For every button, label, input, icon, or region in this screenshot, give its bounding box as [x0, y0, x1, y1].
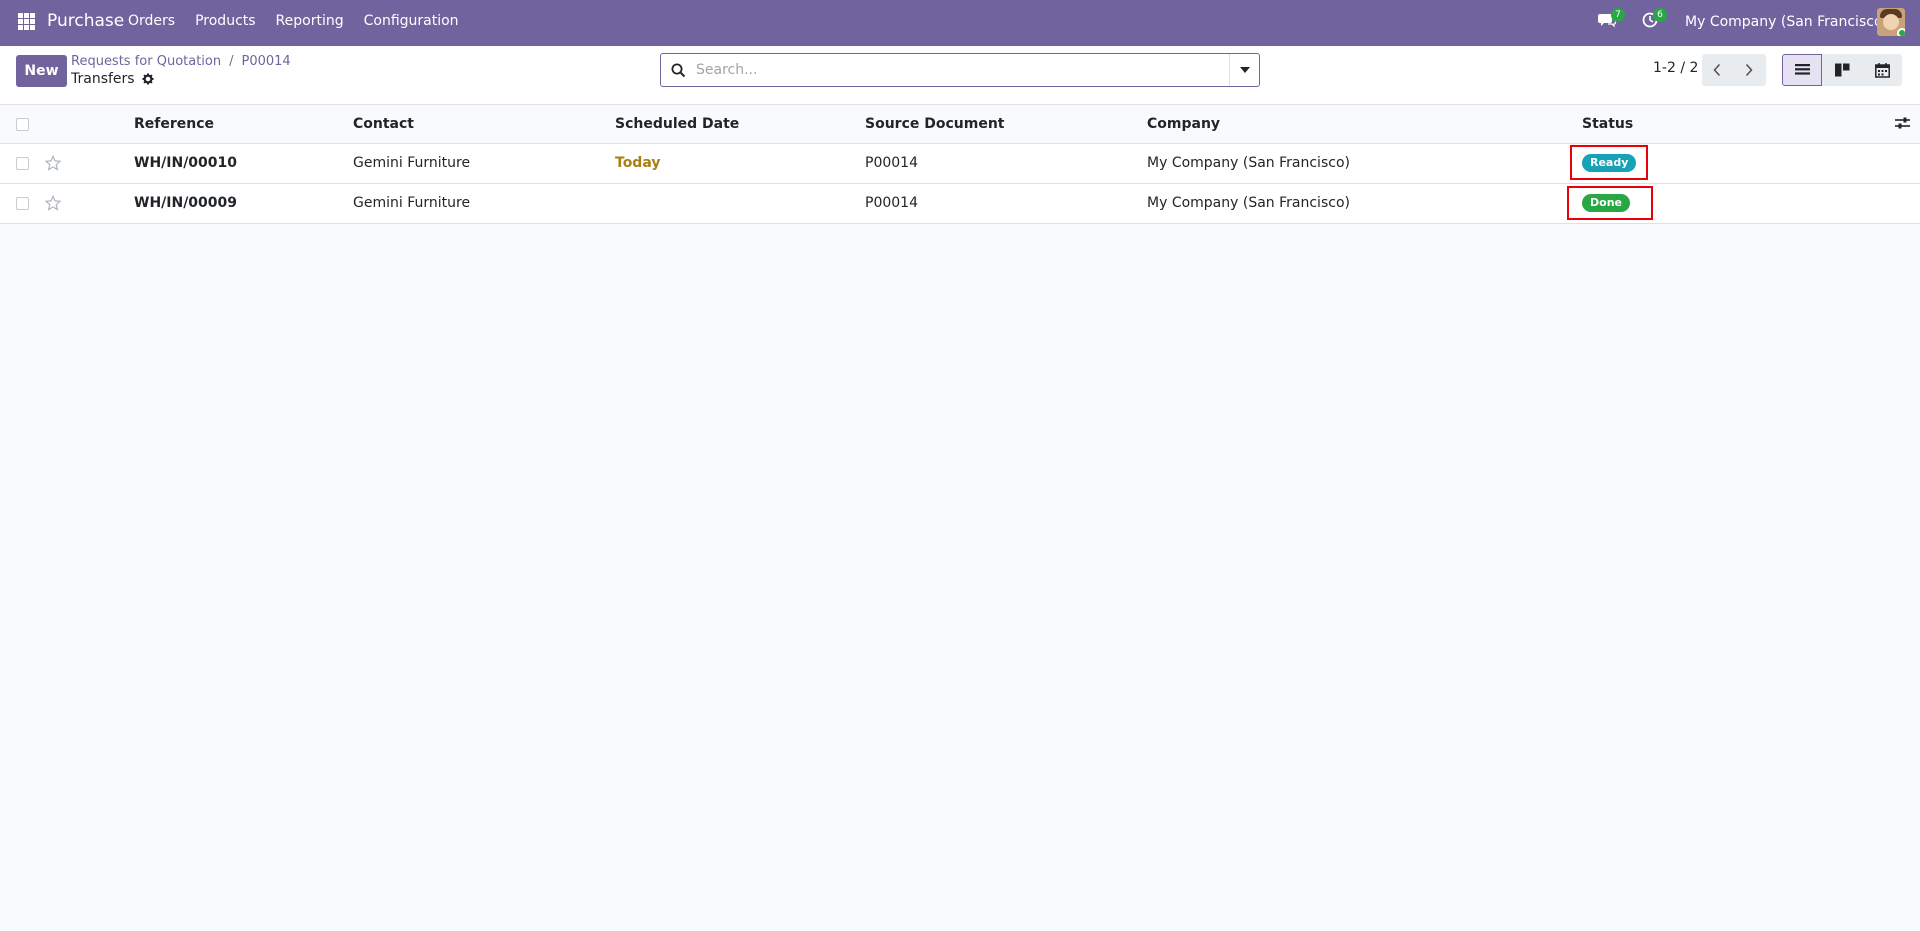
breadcrumb-order[interactable]: P00014: [242, 54, 291, 69]
online-status-dot: [1897, 28, 1905, 36]
search-icon: [671, 63, 687, 79]
cell-contact: Gemini Furniture: [353, 155, 471, 171]
clock-activity-icon[interactable]: 6: [1642, 8, 1667, 30]
activities-count-badge: 6: [1653, 8, 1667, 22]
user-avatar[interactable]: [1877, 8, 1905, 36]
pager-next-button[interactable]: [1734, 54, 1766, 86]
pager-previous-button[interactable]: [1702, 54, 1734, 86]
cell-reference: WH/IN/00009: [134, 195, 238, 211]
search-input[interactable]: [696, 60, 1216, 80]
column-header-source-document[interactable]: Source Document: [865, 116, 1005, 132]
cell-scheduled-date: Today: [615, 155, 661, 171]
menu-products[interactable]: Products: [195, 13, 255, 29]
company-switcher[interactable]: My Company (San Francisco): [1685, 14, 1888, 30]
column-header-scheduled-date[interactable]: Scheduled Date: [615, 116, 739, 132]
optional-columns-icon[interactable]: [1895, 116, 1911, 132]
chevron-right-icon: [1745, 63, 1753, 77]
column-header-contact[interactable]: Contact: [353, 116, 414, 132]
breadcrumb-separator: /: [229, 54, 234, 69]
messages-count-badge: 7: [1611, 8, 1625, 22]
row-checkbox[interactable]: [16, 197, 29, 210]
kanban-view-icon: [1835, 63, 1850, 77]
top-navbar: Purchase Orders Products Reporting Confi…: [0, 0, 1920, 46]
page-title-text: Transfers: [71, 71, 135, 87]
search-options-toggle[interactable]: [1229, 54, 1259, 86]
highlight-box-done: [1567, 186, 1653, 220]
chevron-left-icon: [1713, 63, 1721, 77]
column-header-status[interactable]: Status: [1582, 116, 1633, 132]
list-view-icon: [1795, 64, 1810, 75]
breadcrumb-rfq[interactable]: Requests for Quotation: [71, 54, 221, 69]
cell-reference: WH/IN/00010: [134, 155, 238, 171]
page-title: Transfers: [71, 71, 154, 87]
app-brand[interactable]: Purchase: [47, 11, 124, 31]
list-view-button[interactable]: [1782, 54, 1822, 86]
kanban-view-button[interactable]: [1822, 54, 1862, 86]
chat-icon[interactable]: 7: [1598, 8, 1625, 30]
star-icon[interactable]: [44, 154, 62, 172]
cell-source-document: P00014: [865, 195, 918, 211]
main-menu: Orders Products Reporting Configuration: [128, 13, 479, 29]
menu-configuration[interactable]: Configuration: [364, 13, 459, 29]
star-icon[interactable]: [44, 194, 62, 212]
menu-orders[interactable]: Orders: [128, 13, 175, 29]
column-header-company[interactable]: Company: [1147, 116, 1220, 132]
cell-company: My Company (San Francisco): [1147, 195, 1350, 211]
menu-reporting[interactable]: Reporting: [276, 13, 344, 29]
calendar-view-button[interactable]: [1862, 54, 1902, 86]
cell-company: My Company (San Francisco): [1147, 155, 1350, 171]
search-bar: [660, 53, 1260, 87]
highlight-box-ready: [1570, 145, 1648, 180]
control-panel: New Requests for Quotation / P00014 Tran…: [0, 46, 1920, 105]
column-header-reference[interactable]: Reference: [134, 116, 214, 132]
gear-icon[interactable]: [142, 73, 154, 85]
table-header-row: Reference Contact Scheduled Date Source …: [0, 105, 1920, 144]
breadcrumb: Requests for Quotation / P00014: [71, 54, 291, 69]
cell-source-document: P00014: [865, 155, 918, 171]
row-checkbox[interactable]: [16, 157, 29, 170]
caret-down-icon: [1240, 67, 1250, 73]
calendar-view-icon: [1875, 63, 1890, 78]
pager-value[interactable]: 1-2 / 2: [1653, 60, 1698, 76]
new-button[interactable]: New: [16, 55, 67, 87]
apps-grid-icon[interactable]: [18, 13, 35, 30]
select-all-checkbox[interactable]: [16, 118, 29, 131]
cell-contact: Gemini Furniture: [353, 195, 471, 211]
